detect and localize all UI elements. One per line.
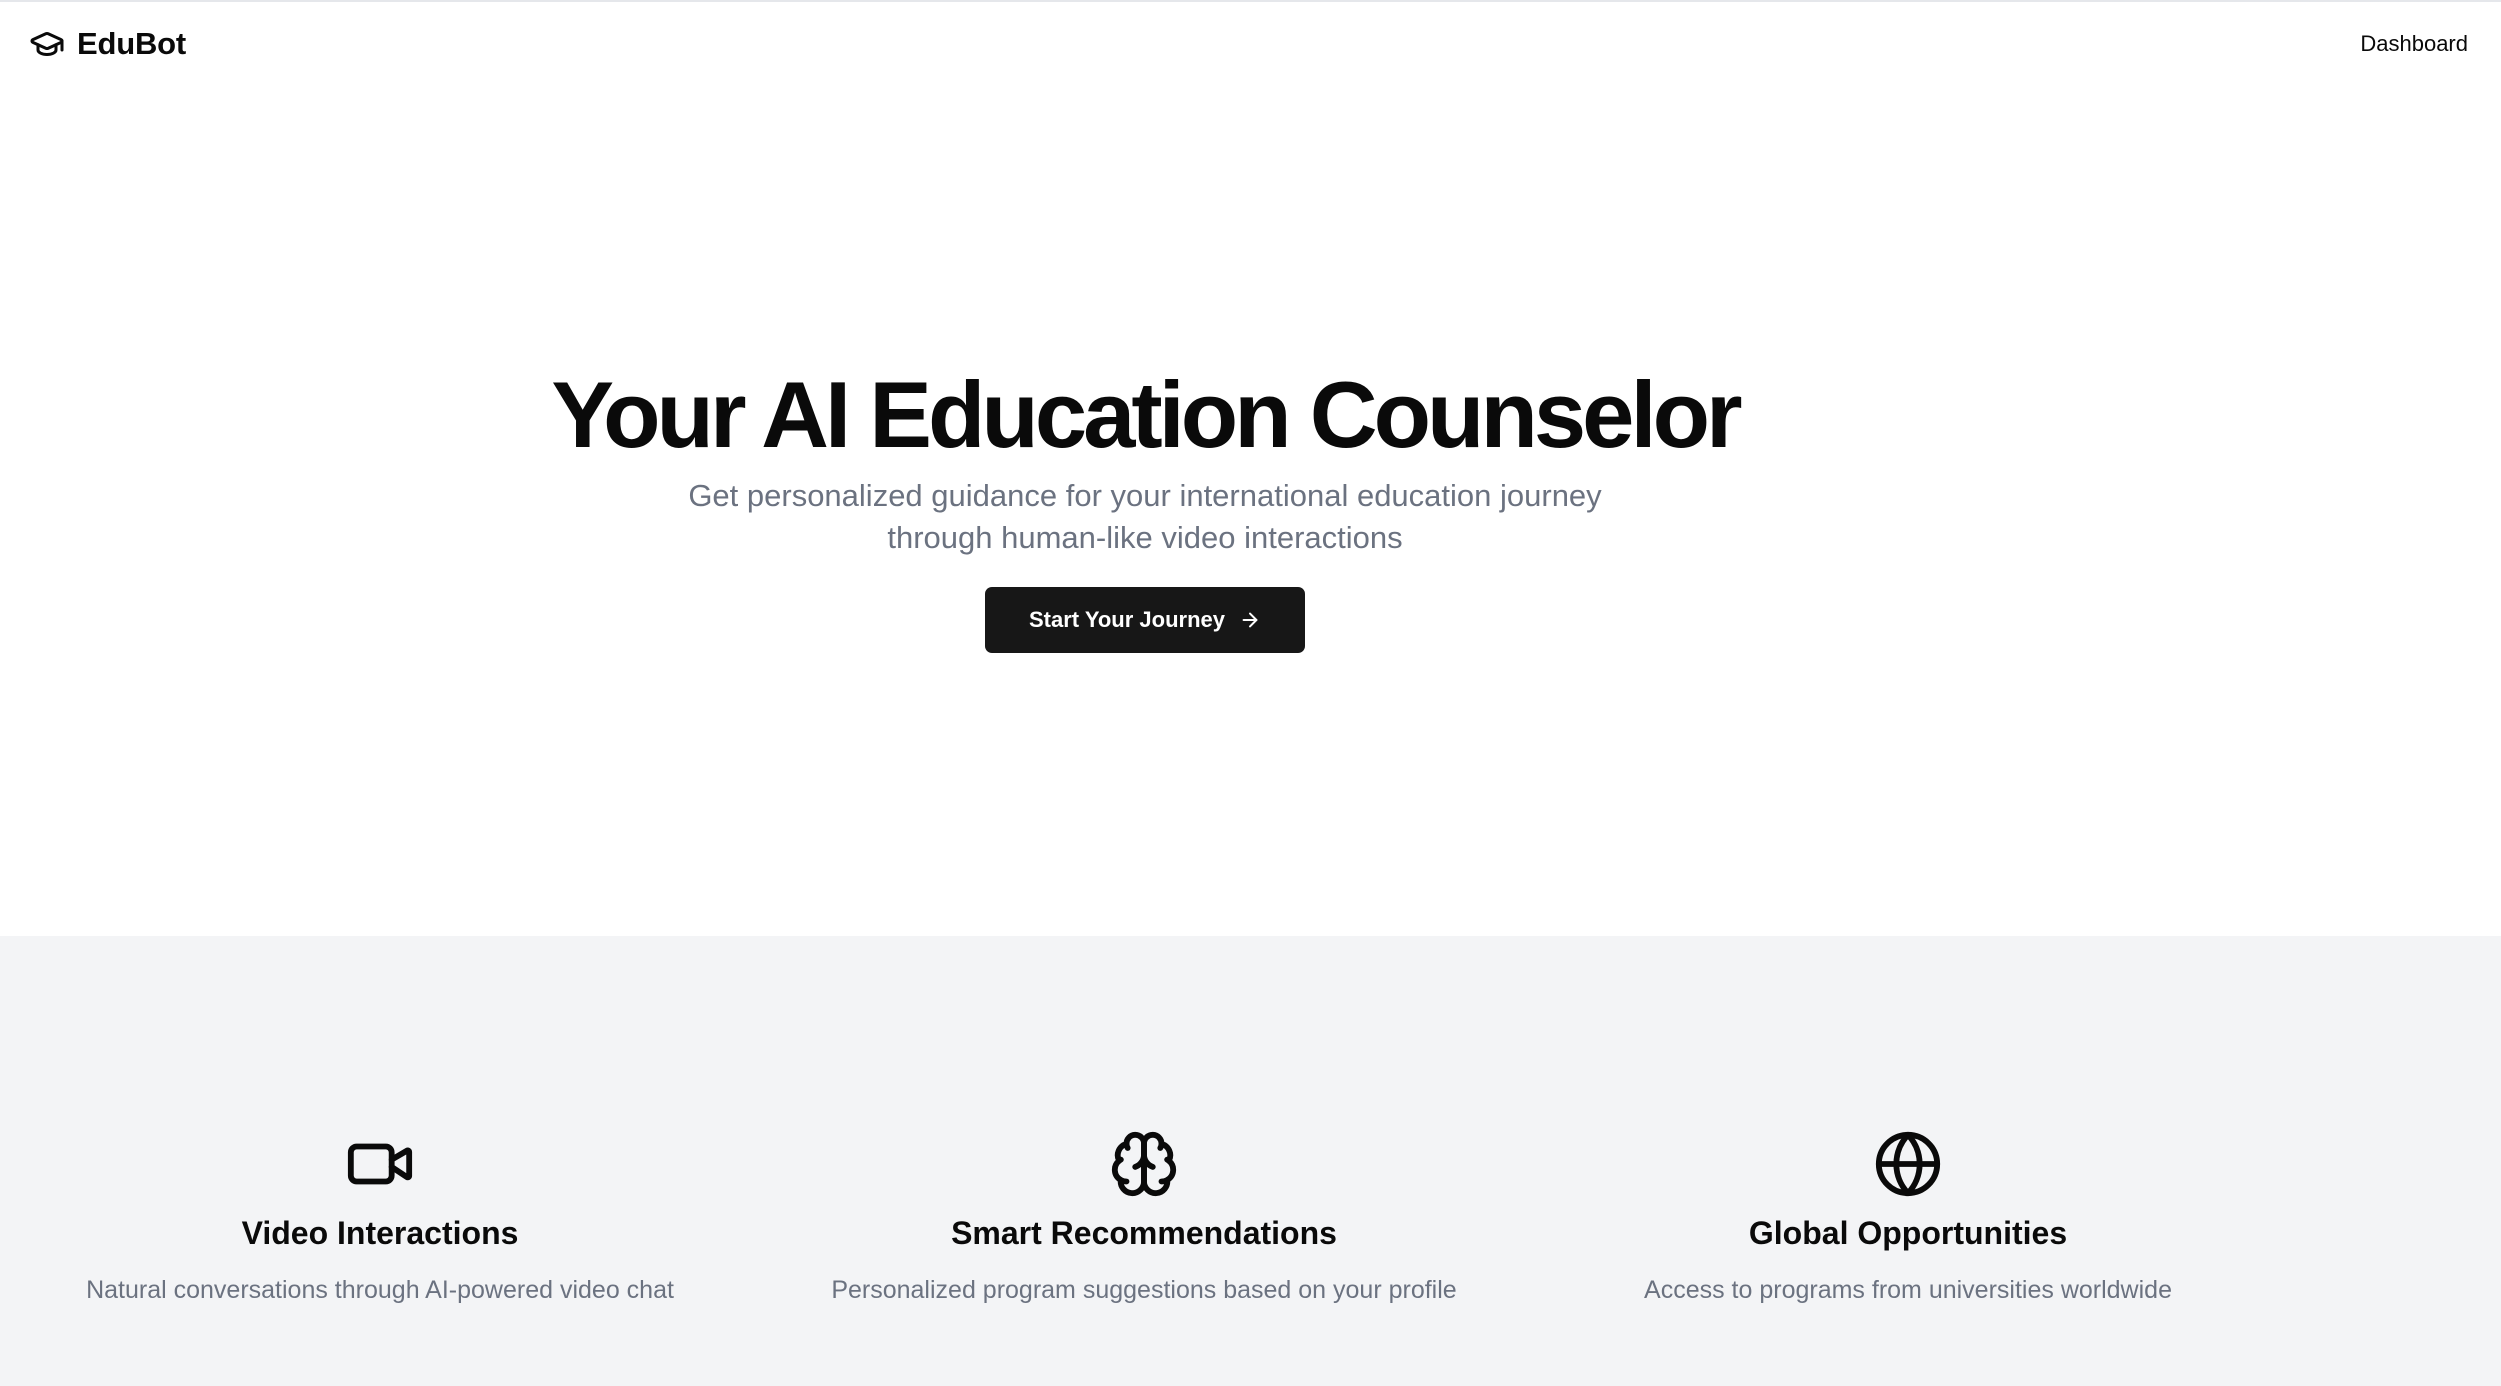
start-journey-label: Start Your Journey — [1028, 606, 1225, 632]
hero-title: Your AI Education Counselor — [551, 362, 1742, 467]
brain-icon — [1109, 1129, 1179, 1199]
feature-description: Personalized program suggestions based o… — [831, 1276, 1457, 1304]
video-camera-icon — [345, 1129, 415, 1199]
feature-card-video: Video Interactions Natural conversations… — [0, 936, 760, 1305]
brand-name: EduBot — [77, 26, 186, 61]
arrow-right-icon — [1242, 612, 1258, 628]
features-section: Video Interactions Natural conversations… — [0, 936, 2501, 1386]
feature-card-global: Global Opportunities Access to programs … — [1528, 936, 2288, 1305]
hero-content: Your AI Education Counselor Get personal… — [0, 86, 2290, 653]
feature-description: Natural conversations through AI-powered… — [86, 1276, 674, 1304]
feature-description: Access to programs from universities wor… — [1644, 1276, 2172, 1304]
start-journey-button[interactable]: Start Your Journey — [985, 586, 1305, 653]
feature-title: Smart Recommendations — [951, 1215, 1337, 1251]
feature-title: Video Interactions — [241, 1215, 519, 1251]
graduation-cap-icon — [29, 26, 65, 62]
feature-title: Global Opportunities — [1748, 1215, 2068, 1251]
brand-logo[interactable]: EduBot — [29, 26, 186, 62]
top-navigation: EduBot Dashboard — [0, 0, 2501, 86]
feature-card-recommendations: Smart Recommendations Personalized progr… — [764, 936, 1524, 1305]
nav-dashboard-link[interactable]: Dashboard — [2360, 31, 2468, 57]
hero-subtitle: Get personalized guidance for your inter… — [688, 477, 1602, 555]
hero-section: Your AI Education Counselor Get personal… — [0, 86, 2501, 936]
landing-page: EduBot Dashboard Your AI Education Couns… — [0, 0, 2501, 1386]
globe-icon — [1873, 1129, 1943, 1199]
